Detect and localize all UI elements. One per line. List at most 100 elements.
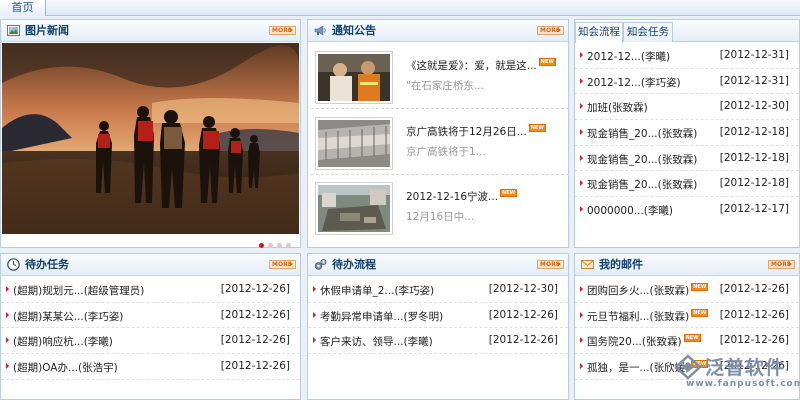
notice-title-text[interactable]: 《这就是爱》：爱，就是这... bbox=[406, 60, 537, 72]
bullet-icon bbox=[580, 154, 583, 161]
bullet-icon bbox=[580, 129, 583, 136]
todo-flows-header: 待办流程 MORE bbox=[308, 254, 568, 276]
news-photo[interactable] bbox=[2, 43, 299, 234]
tab-knowledge-flow[interactable]: 知会流程 bbox=[575, 22, 623, 43]
bullet-icon bbox=[6, 311, 9, 318]
mail-more-button[interactable]: MORE bbox=[768, 260, 795, 269]
item-text[interactable]: 考勤异常申请单...(罗冬明) bbox=[320, 309, 443, 324]
mail-subject[interactable]: 团购回乡火...(张致霖) bbox=[587, 285, 689, 297]
item-date: [2012-12-26] bbox=[488, 308, 558, 321]
item-text[interactable]: 现金销售_20...(张致霖) bbox=[587, 152, 697, 167]
item-date: [2012-12-26] bbox=[220, 308, 290, 321]
item-date: [2012-12-30] bbox=[719, 100, 789, 113]
item-text[interactable]: 加班(张致霖) bbox=[587, 100, 648, 115]
new-badge: NEW bbox=[500, 189, 518, 197]
notices-more-button[interactable]: MORE bbox=[537, 26, 564, 35]
notice-thumbnail[interactable] bbox=[315, 182, 393, 235]
bullet-icon bbox=[580, 337, 583, 344]
envelope-icon bbox=[581, 260, 594, 269]
list-item[interactable]: 0000000...(李曦) [2012-12-17] bbox=[575, 197, 799, 223]
list-item[interactable]: 现金销售_20...(张致霖) [2012-12-18] bbox=[575, 120, 799, 146]
notice-title-text[interactable]: 京广高铁将于12月26日... bbox=[406, 126, 527, 138]
knowledge-tabs: 知会流程 知会任务 bbox=[575, 20, 799, 43]
slide-dot-3[interactable] bbox=[277, 243, 282, 248]
item-text[interactable]: (超期)响应杭...(李曦) bbox=[13, 334, 113, 349]
list-item[interactable]: 国务院20...(张致霖) NEW [2012-12-26] bbox=[575, 328, 799, 355]
item-text[interactable]: 现金销售_20...(张致霖) bbox=[587, 177, 697, 192]
item-text[interactable]: 现金销售_20...(张致霖) bbox=[587, 126, 697, 141]
new-badge: NEW bbox=[691, 308, 709, 317]
item-text[interactable]: 休假申请单_2...(李巧姿) bbox=[320, 283, 434, 298]
todo-flows-more-button[interactable]: MORE bbox=[537, 260, 564, 269]
list-item[interactable]: 2012-12...(李曦) [2012-12-31] bbox=[575, 43, 799, 69]
notice-summary: 京广高铁将于1... bbox=[406, 146, 486, 158]
bullet-icon bbox=[580, 286, 583, 292]
tab-home[interactable]: 首页 bbox=[0, 0, 46, 16]
notice-item-3[interactable]: 2012-12-16宁波... NEW 12月16日中... bbox=[315, 182, 567, 248]
item-date: [2012-12-26] bbox=[719, 308, 789, 321]
notice-thumbnail[interactable] bbox=[315, 117, 393, 170]
item-date: [2012-12-17] bbox=[719, 203, 789, 216]
item-date: [2012-12-26] bbox=[488, 334, 558, 347]
list-item[interactable]: 加班(张致霖) [2012-12-30] bbox=[575, 94, 799, 121]
item-date: [2012-12-31] bbox=[719, 49, 789, 61]
item-text[interactable]: 元旦节福利...(张致霖) NEW bbox=[587, 308, 709, 324]
item-date: [2012-12-26] bbox=[220, 334, 290, 347]
bullet-icon bbox=[580, 77, 583, 84]
item-text[interactable]: (超期)某某公...(李巧姿) bbox=[13, 309, 123, 324]
item-text[interactable]: 2012-12...(李曦) bbox=[587, 49, 670, 64]
list-item[interactable]: (超期)响应杭...(李曦) [2012-12-26] bbox=[1, 328, 300, 355]
notice-title[interactable]: 2012-12-16宁波... NEW bbox=[406, 189, 518, 204]
list-item[interactable]: 考勤异常申请单...(罗冬明) [2012-12-26] bbox=[308, 303, 568, 329]
mail-title: 我的邮件 bbox=[599, 258, 643, 271]
item-text[interactable]: 0000000...(李曦) bbox=[587, 203, 673, 218]
list-item[interactable]: 团购回乡火...(张致霖) NEW [2012-12-26] bbox=[575, 277, 799, 303]
item-date: [2012-12-30] bbox=[488, 283, 558, 295]
bullet-icon bbox=[580, 52, 583, 58]
bullet-icon bbox=[313, 311, 316, 318]
list-item[interactable]: (超期)规划元...(超级管理员) [2012-12-26] bbox=[1, 277, 300, 303]
notice-title[interactable]: 《这就是爱》：爱，就是这... NEW bbox=[406, 58, 556, 73]
list-item[interactable]: 现金销售_20...(张致霖) [2012-12-18] bbox=[575, 146, 799, 172]
slide-dot-1[interactable] bbox=[259, 243, 264, 248]
slide-dot-4[interactable] bbox=[286, 243, 291, 248]
notice-summary: 12月16日中... bbox=[406, 211, 475, 223]
list-item[interactable]: (超期)OA办...(张浩宇) [2012-12-26] bbox=[1, 354, 300, 380]
list-item[interactable]: 现金销售_20...(张致霖) [2012-12-18] bbox=[575, 171, 799, 198]
notice-title-text[interactable]: 2012-12-16宁波... bbox=[406, 191, 498, 203]
todo-flows-panel: 待办流程 MORE 休假申请单_2...(李巧姿) [2012-12-30] 考勤… bbox=[307, 253, 569, 400]
notice-thumbnail[interactable] bbox=[315, 51, 393, 104]
divider bbox=[311, 108, 569, 109]
item-text[interactable]: 国务院20...(张致霖) NEW bbox=[587, 334, 701, 349]
bullet-icon bbox=[313, 286, 316, 292]
bullet-icon bbox=[6, 286, 9, 292]
list-item[interactable]: (超期)某某公...(李巧姿) [2012-12-26] bbox=[1, 303, 300, 329]
mail-subject[interactable]: 元旦节福利...(张致霖) bbox=[587, 311, 689, 323]
todo-tasks-more-button[interactable]: MORE bbox=[269, 260, 296, 269]
picture-news-more-button[interactable]: MORE bbox=[269, 26, 296, 35]
notices-panel: 通知公告 MORE 《这就是爱》：爱，就是这...NEW "在石家庄桥东... bbox=[307, 19, 569, 248]
list-item[interactable]: 客户来访、领导...(李曦) [2012-12-26] bbox=[308, 328, 568, 355]
item-text[interactable]: (超期)OA办...(张浩宇) bbox=[13, 360, 118, 375]
list-item[interactable]: 元旦节福利...(张致霖) NEW [2012-12-26] bbox=[575, 303, 799, 329]
divider bbox=[311, 174, 569, 175]
notices-title: 通知公告 bbox=[332, 24, 376, 37]
list-item[interactable]: 2012-12...(李巧姿) [2012-12-31] bbox=[575, 69, 799, 95]
item-date: [2012-12-26] bbox=[719, 283, 789, 295]
item-date: [2012-12-18] bbox=[719, 151, 789, 164]
item-date: [2012-12-31] bbox=[719, 74, 789, 87]
notice-title[interactable]: 京广高铁将于12月26日... NEW bbox=[406, 124, 546, 139]
item-text[interactable]: (超期)规划元...(超级管理员) bbox=[13, 283, 144, 298]
notices-header: 通知公告 MORE bbox=[308, 20, 568, 42]
list-item[interactable]: 休假申请单_2...(李巧姿) [2012-12-30] bbox=[308, 277, 568, 303]
mail-subject[interactable]: 国务院20...(张致霖) bbox=[587, 336, 682, 348]
item-date: [2012-12-26] bbox=[220, 283, 290, 295]
slide-dot-2[interactable] bbox=[268, 243, 273, 248]
bullet-icon bbox=[580, 363, 583, 370]
item-text[interactable]: 客户来访、领导...(李曦) bbox=[320, 334, 433, 349]
new-badge: NEW bbox=[538, 58, 556, 66]
item-text[interactable]: 2012-12...(李巧姿) bbox=[587, 75, 681, 90]
item-text[interactable]: 团购回乡火...(张致霖) NEW bbox=[587, 283, 709, 298]
tab-knowledge-task[interactable]: 知会任务 bbox=[623, 22, 673, 42]
brand-logo-icon bbox=[674, 354, 702, 380]
